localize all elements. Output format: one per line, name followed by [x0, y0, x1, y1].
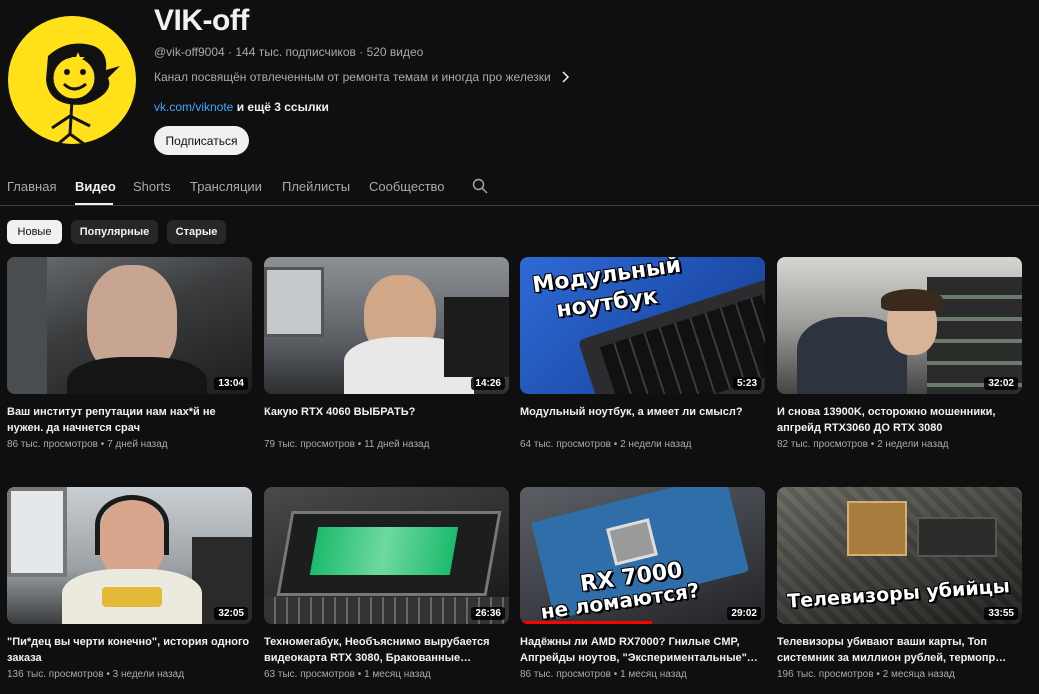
upload-age: 2 недели назад	[620, 439, 692, 450]
video-card[interactable]: 14:26 Какую RTX 4060 ВЫБРАТЬ? 79 тыс. пр…	[264, 257, 509, 450]
view-count: 136 тыс. просмотров	[7, 669, 104, 680]
description-text: Канал посвящён отвлеченным от ремонта те…	[154, 70, 551, 84]
video-card[interactable]: 26:36 Техномегабук, Необъяснимо вырубает…	[264, 487, 509, 680]
video-meta: 79 тыс. просмотров • 11 дней назад	[264, 439, 509, 450]
video-card[interactable]: Телевизоры убийцы 33:55 Телевизоры убива…	[777, 487, 1022, 680]
video-count: 520 видео	[366, 45, 424, 59]
meta-separator: •	[611, 669, 621, 680]
video-title[interactable]: Надёжны ли AMD RX7000? Гнилые CMP, Апгре…	[520, 634, 765, 666]
video-meta: 63 тыс. просмотров • 1 месяц назад	[264, 669, 509, 680]
meta-separator: •	[103, 669, 113, 680]
tab-home[interactable]: Главная	[7, 179, 56, 194]
video-title[interactable]: Ваш институт репутации нам нах*й не нуже…	[7, 404, 252, 436]
video-meta: 196 тыс. просмотров • 2 месяца назад	[777, 669, 1022, 680]
active-tab-indicator	[75, 203, 113, 205]
view-count: 79 тыс. просмотров	[264, 439, 355, 450]
video-meta: 136 тыс. просмотров • 3 недели назад	[7, 669, 252, 680]
channel-links[interactable]: vk.com/viknote и ещё 3 ссылки	[154, 100, 329, 114]
video-meta: 86 тыс. просмотров • 1 месяц назад	[520, 669, 765, 680]
channel-link[interactable]: vk.com/viknote	[154, 100, 233, 114]
video-meta: 82 тыс. просмотров • 2 недели назад	[777, 439, 1022, 450]
video-card[interactable]: 13:04 Ваш институт репутации нам нах*й н…	[7, 257, 252, 450]
chip-popular[interactable]: Популярные	[71, 220, 158, 244]
video-thumbnail[interactable]: Телевизоры убийцы 33:55	[777, 487, 1022, 624]
channel-name: VIK-off	[154, 4, 249, 37]
meta-separator: ·	[359, 45, 367, 59]
view-count: 64 тыс. просмотров	[520, 439, 611, 450]
video-thumbnail[interactable]: 13:04	[7, 257, 252, 394]
watch-progress-bar	[520, 621, 652, 624]
video-title[interactable]: Модульный ноутбук, а имеет ли смысл?	[520, 404, 765, 436]
video-meta: 86 тыс. просмотров • 7 дней назад	[7, 439, 252, 450]
view-count: 86 тыс. просмотров	[7, 439, 98, 450]
video-thumbnail[interactable]: 26:36	[264, 487, 509, 624]
upload-age: 1 месяц назад	[364, 669, 431, 680]
video-card[interactable]: Модульный ноутбук 5:23 Модульный ноутбук…	[520, 257, 765, 450]
chevron-right-icon	[562, 71, 569, 83]
tab-videos[interactable]: Видео	[75, 179, 116, 194]
upload-age: 11 дней назад	[364, 439, 430, 450]
video-duration: 29:02	[727, 607, 761, 620]
tab-playlists[interactable]: Плейлисты	[282, 179, 350, 194]
video-duration: 33:55	[984, 607, 1018, 620]
chip-oldest[interactable]: Старые	[167, 220, 226, 244]
video-title[interactable]: "Пи*дец вы черти конечно", история одног…	[7, 634, 252, 666]
tab-shorts[interactable]: Shorts	[133, 179, 171, 194]
video-thumbnail[interactable]: 14:26	[264, 257, 509, 394]
video-card[interactable]: 32:05 "Пи*дец вы черти конечно", история…	[7, 487, 252, 680]
upload-age: 3 недели назад	[112, 669, 185, 680]
video-thumbnail[interactable]: RX 7000 не ломаются? 29:02	[520, 487, 765, 624]
view-count: 196 тыс. просмотров	[777, 669, 874, 680]
video-duration: 32:02	[984, 377, 1018, 390]
tab-streams[interactable]: Трансляции	[190, 179, 262, 194]
video-card[interactable]: 32:02 И снова 13900K, осторожно мошенник…	[777, 257, 1022, 450]
meta-separator: •	[873, 669, 883, 680]
subscriber-count: 144 тыс. подписчиков	[235, 45, 356, 59]
video-title[interactable]: И снова 13900K, осторожно мошенники, апг…	[777, 404, 1022, 436]
video-duration: 14:26	[471, 377, 505, 390]
video-title[interactable]: Техномегабук, Необъяснимо вырубается вид…	[264, 634, 509, 666]
meta-separator: •	[98, 439, 108, 450]
upload-age: 2 месяца назад	[882, 669, 955, 680]
video-title[interactable]: Какую RTX 4060 ВЫБРАТЬ?	[264, 404, 509, 436]
video-title[interactable]: Телевизоры убивают ваши карты, Топ систе…	[777, 634, 1022, 666]
video-thumbnail[interactable]: Модульный ноутбук 5:23	[520, 257, 765, 394]
upload-age: 2 недели назад	[877, 439, 949, 450]
video-thumbnail[interactable]: 32:02	[777, 257, 1022, 394]
meta-separator: •	[355, 439, 365, 450]
channel-meta: @vik-off9004 · 144 тыс. подписчиков · 52…	[154, 45, 423, 59]
video-thumbnail[interactable]: 32:05	[7, 487, 252, 624]
meta-separator: •	[611, 439, 621, 450]
upload-age: 1 месяц назад	[620, 669, 687, 680]
subscribe-button[interactable]: Подписаться	[154, 126, 249, 155]
video-card[interactable]: RX 7000 не ломаются? 29:02 Надёжны ли AM…	[520, 487, 765, 680]
video-duration: 32:05	[214, 607, 248, 620]
video-duration: 5:23	[732, 377, 761, 390]
channel-handle: @vik-off9004	[154, 45, 225, 59]
view-count: 82 тыс. просмотров	[777, 439, 868, 450]
video-duration: 26:36	[471, 607, 505, 620]
meta-separator: •	[868, 439, 878, 450]
more-links[interactable]: и ещё 3 ссылки	[233, 100, 329, 114]
tab-community[interactable]: Сообщество	[369, 179, 445, 194]
channel-avatar[interactable]	[8, 16, 136, 144]
upload-age: 7 дней назад	[107, 439, 168, 450]
channel-tabs: Главная Видео Shorts Трансляции Плейлист…	[0, 168, 1039, 206]
view-count: 63 тыс. просмотров	[264, 669, 355, 680]
meta-separator: •	[355, 669, 365, 680]
video-meta: 64 тыс. просмотров • 2 недели назад	[520, 439, 765, 450]
view-count: 86 тыс. просмотров	[520, 669, 611, 680]
channel-description[interactable]: Канал посвящён отвлеченным от ремонта те…	[154, 70, 571, 84]
chip-new[interactable]: Новые	[7, 220, 62, 244]
search-icon[interactable]	[472, 178, 488, 194]
video-duration: 13:04	[214, 377, 248, 390]
